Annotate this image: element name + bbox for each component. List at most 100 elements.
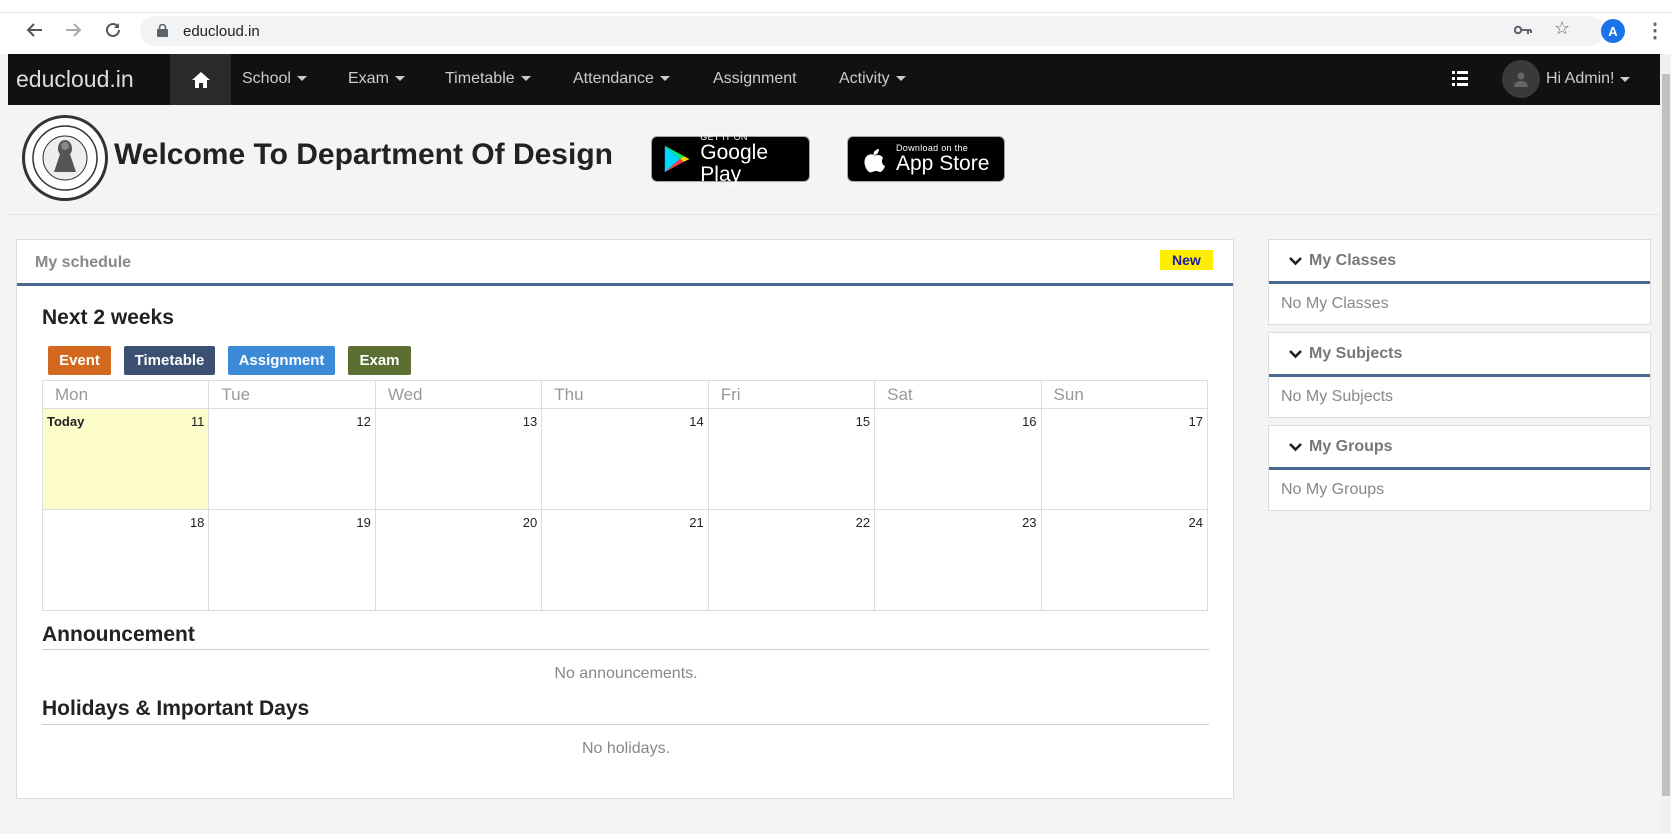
calendar-day-cell[interactable]: 21 <box>541 509 709 611</box>
divider <box>42 649 1209 650</box>
legend-event[interactable]: Event <box>48 346 111 375</box>
day-number: 17 <box>1188 414 1203 429</box>
next-2-weeks-heading: Next 2 weeks <box>42 306 174 329</box>
calendar-day-cell[interactable]: 14 <box>541 408 709 510</box>
app-store-badge[interactable]: Download on the App Store <box>847 136 1005 182</box>
day-number: 12 <box>356 414 371 429</box>
caret-down-icon <box>1620 76 1631 82</box>
day-number: 24 <box>1188 515 1203 530</box>
scrollbar-thumb[interactable] <box>1662 74 1670 796</box>
legend-assignment[interactable]: Assignment <box>228 346 335 375</box>
nav-timetable[interactable]: Timetable <box>445 70 531 88</box>
my-subjects-panel: My Subjects No My Subjects <box>1268 332 1651 418</box>
schedule-panel: My schedule New Next 2 weeks Event Timet… <box>16 239 1234 799</box>
user-greeting: Hi Admin! <box>1546 70 1615 87</box>
day-number: 23 <box>1022 515 1037 530</box>
caret-down-icon <box>394 76 405 82</box>
caret-down-icon <box>659 76 670 82</box>
bookmark-star-icon[interactable]: ☆ <box>1554 18 1570 39</box>
divider <box>42 724 1209 725</box>
day-header: Sat <box>874 380 1042 409</box>
calendar-day-cell[interactable]: 17 <box>1040 408 1209 510</box>
chevron-down-icon <box>1289 442 1302 451</box>
nav-attendance[interactable]: Attendance <box>573 70 670 88</box>
calendar-week-row: 18 19 20 21 22 23 24 <box>41 509 1209 611</box>
list-icon[interactable] <box>1452 71 1468 91</box>
day-header: Mon <box>41 380 210 409</box>
my-subjects-header[interactable]: My Subjects <box>1269 333 1650 377</box>
day-header: Wed <box>374 380 543 409</box>
key-icon[interactable] <box>1513 20 1532 41</box>
day-header: Tue <box>208 380 376 409</box>
address-bar[interactable]: educloud.in <box>140 16 1604 46</box>
schedule-title: My schedule <box>35 254 132 271</box>
forward-arrow-icon <box>66 23 82 37</box>
google-play-badge[interactable]: GET IT ON Google Play <box>651 132 810 185</box>
nav-school[interactable]: School <box>242 70 307 88</box>
nav-assignment[interactable]: Assignment <box>713 70 797 88</box>
day-header: Fri <box>707 380 876 409</box>
more-menu-icon[interactable]: ⋮ <box>1645 18 1665 43</box>
calendar-day-cell[interactable]: 20 <box>374 509 543 611</box>
day-number: 14 <box>689 414 704 429</box>
nav-exam[interactable]: Exam <box>348 70 405 88</box>
page-scrollbar[interactable] <box>1660 54 1671 834</box>
reload-icon <box>106 22 120 37</box>
my-subjects-empty: No My Subjects <box>1281 388 1394 405</box>
brand-link[interactable]: educloud.in <box>16 66 134 93</box>
forward-button[interactable] <box>60 17 86 43</box>
nav-activity[interactable]: Activity <box>839 70 906 88</box>
calendar-day-cell[interactable]: 16 <box>874 408 1042 510</box>
tab-strip <box>0 0 1671 13</box>
day-number: 19 <box>356 515 371 530</box>
legend-exam[interactable]: Exam <box>348 346 411 375</box>
home-button[interactable] <box>170 54 231 105</box>
page-header: Welcome To Department Of Design GET IT O… <box>8 105 1660 215</box>
day-number: 18 <box>189 515 205 530</box>
my-classes-panel: My Classes No My Classes <box>1268 239 1651 325</box>
user-avatar-icon <box>1502 60 1540 98</box>
lock-icon <box>157 24 168 37</box>
today-label: Today <box>47 414 85 429</box>
caret-down-icon <box>520 76 531 82</box>
my-groups-header[interactable]: My Groups <box>1269 426 1650 470</box>
user-menu[interactable]: Hi Admin! <box>1502 60 1631 98</box>
day-header: Thu <box>541 380 709 409</box>
announcement-heading: Announcement <box>42 623 195 646</box>
calendar-week-row: Today 11 12 13 14 15 16 17 <box>41 408 1209 510</box>
my-classes-title: My Classes <box>1309 251 1397 269</box>
my-groups-empty: No My Groups <box>1281 481 1385 498</box>
url-text: educloud.in <box>183 23 260 40</box>
reload-button[interactable] <box>100 17 126 43</box>
calendar-day-cell[interactable]: 24 <box>1040 509 1209 611</box>
main-navbar: educloud.in School Exam Timetable Attend… <box>8 54 1660 105</box>
calendar-day-cell[interactable]: 13 <box>374 408 543 510</box>
legend-timetable[interactable]: Timetable <box>124 346 215 375</box>
new-badge[interactable]: New <box>1160 250 1213 270</box>
calendar-day-cell[interactable]: 12 <box>208 408 376 510</box>
my-classes-header[interactable]: My Classes <box>1269 240 1650 284</box>
day-number: 20 <box>522 515 538 530</box>
back-button[interactable] <box>22 17 48 43</box>
google-play-icon <box>664 145 690 173</box>
day-number: 22 <box>855 515 871 530</box>
chevron-down-icon <box>1289 256 1302 265</box>
day-number: 15 <box>855 414 871 429</box>
calendar-day-cell[interactable]: 23 <box>874 509 1042 611</box>
no-announcements-text: No announcements. <box>554 665 698 682</box>
day-number: 21 <box>689 515 704 530</box>
google-play-big-text: Google Play <box>700 140 769 186</box>
apple-icon <box>864 149 885 173</box>
schedule-calendar: Mon Tue Wed Thu Fri Sat Sun Today 11 12 1… <box>41 380 1209 611</box>
home-icon <box>191 71 210 88</box>
calendar-day-cell[interactable]: 18 <box>41 509 210 611</box>
calendar-day-cell[interactable]: 19 <box>208 509 376 611</box>
back-arrow-icon <box>26 23 42 37</box>
page-title: Welcome To Department Of Design <box>114 138 613 171</box>
profile-avatar[interactable]: A <box>1601 19 1625 43</box>
my-classes-empty: No My Classes <box>1281 295 1389 312</box>
calendar-day-cell-today[interactable]: Today 11 <box>41 408 210 510</box>
calendar-day-cell[interactable]: 15 <box>707 408 876 510</box>
calendar-day-cell[interactable]: 22 <box>707 509 876 611</box>
my-groups-panel: My Groups No My Groups <box>1268 425 1651 511</box>
